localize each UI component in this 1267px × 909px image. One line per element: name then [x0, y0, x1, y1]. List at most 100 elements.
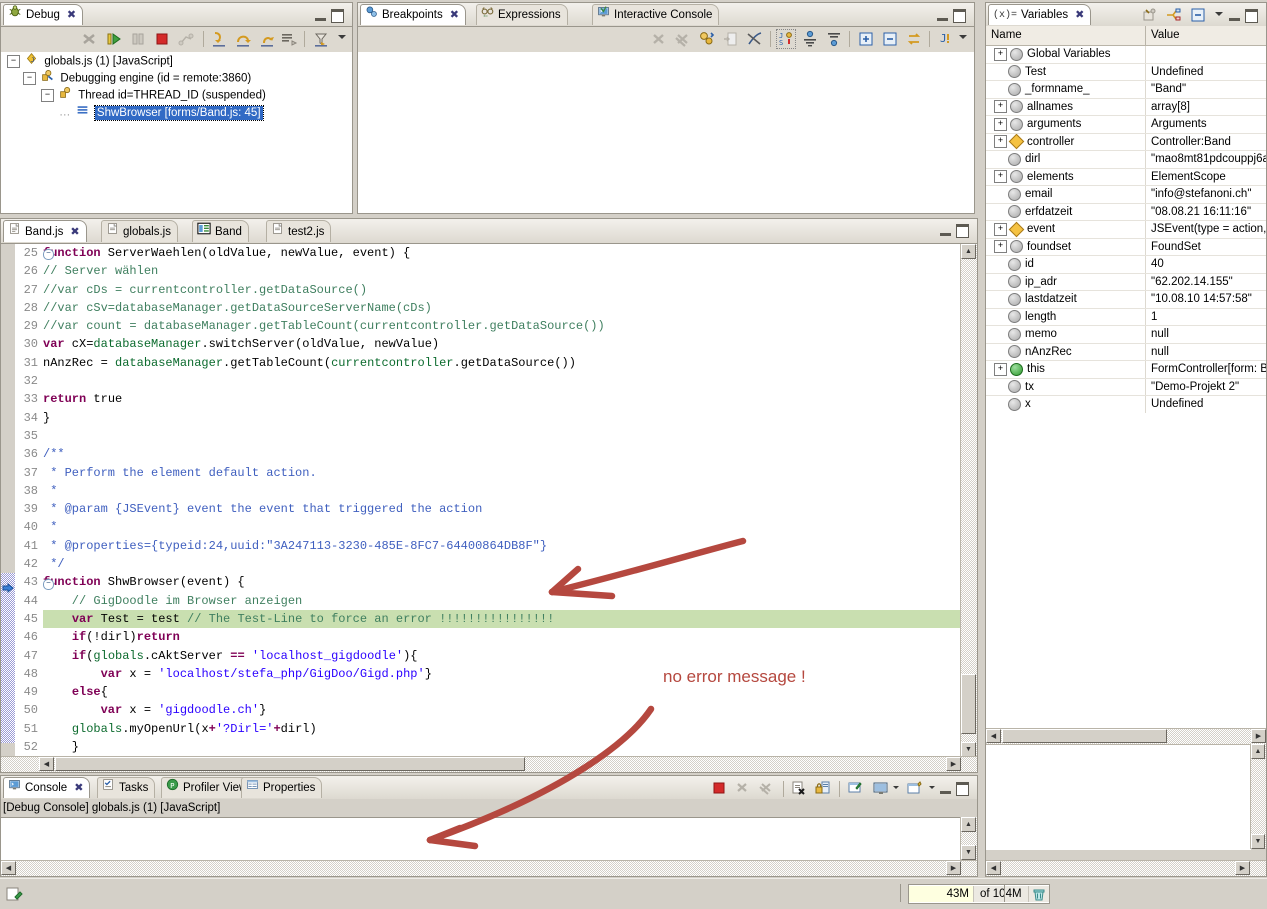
use-step-filters-button[interactable] [312, 30, 330, 48]
editor-line[interactable]: //var cDs = currentcontroller.getDataSou… [43, 281, 977, 299]
close-icon[interactable]: ✖ [1075, 5, 1084, 26]
step-over-button[interactable] [234, 30, 252, 48]
minimize-icon[interactable] [1229, 9, 1240, 21]
minimize-icon[interactable] [940, 782, 951, 794]
display-selected-console-button[interactable] [873, 780, 891, 798]
editor-line[interactable]: /** [43, 445, 977, 463]
column-header-name[interactable]: Name [986, 26, 1146, 45]
console-output[interactable] [1, 817, 961, 860]
scroll-left-button[interactable]: ◀ [39, 757, 54, 771]
scroll-right-button[interactable]: ▶ [946, 757, 961, 771]
variables-row[interactable]: + event JSEvent(type = action, [986, 221, 1266, 239]
editor-line[interactable]: * Perform the element default action. [43, 464, 977, 482]
editor-line[interactable]: function ServerWaehlen(oldValue, newValu… [43, 244, 977, 262]
editor-vscrollbar[interactable]: ▲ ▼ [960, 244, 977, 757]
debug-tree[interactable]: − J globals.js (1) [JavaScript] − Debugg… [1, 52, 352, 213]
variables-table-body[interactable]: + Global Variables Test Undefined _formname_… [986, 46, 1266, 413]
variables-row[interactable]: Test Undefined [986, 63, 1266, 81]
variables-row[interactable]: nAnzRec null [986, 343, 1266, 361]
drop-to-frame-button[interactable] [280, 30, 298, 48]
scroll-right-button[interactable]: ▶ [946, 861, 961, 875]
hscroll-thumb[interactable] [55, 757, 525, 771]
maximize-icon[interactable] [331, 9, 344, 23]
variables-row[interactable]: + foundset FoundSet [986, 238, 1266, 256]
editor-line[interactable]: //var cSv=databaseManager.getDataSourceS… [43, 299, 977, 317]
terminate-button[interactable] [711, 780, 729, 798]
close-icon[interactable]: ✖ [74, 778, 83, 799]
fold-marker-icon[interactable]: − [43, 248, 54, 260]
expander-icon[interactable]: + [994, 117, 1007, 131]
terminate-button[interactable] [153, 30, 171, 48]
variables-row[interactable]: _formname_ "Band" [986, 81, 1266, 99]
expander-icon[interactable]: + [994, 362, 1007, 376]
variables-row[interactable]: dirl "mao8mt81pdcouppj6a [986, 151, 1266, 169]
variables-row[interactable]: length 1 [986, 308, 1266, 326]
variables-row[interactable]: + elements ElementScope [986, 168, 1266, 186]
console-vscrollbar[interactable]: ▲ ▼ [960, 817, 977, 860]
remove-all-breakpoints-button[interactable] [674, 30, 692, 48]
variables-row[interactable]: ip_adr "62.202.14.155" [986, 273, 1266, 291]
suspend-button[interactable] [129, 30, 147, 48]
variables-row[interactable]: lastdatzeit "10.08.10 14:57:58" [986, 291, 1266, 309]
editor-code-text[interactable]: function ServerWaehlen(oldValue, newValu… [43, 244, 977, 772]
disconnect-button[interactable] [81, 30, 99, 48]
expander-icon[interactable]: + [994, 222, 1007, 236]
variables-row[interactable]: + allnames array[8] [986, 98, 1266, 116]
trash-icon[interactable] [1027, 886, 1049, 902]
tab-test2-js[interactable]: test2.js [266, 220, 332, 242]
link-with-debug-view-button[interactable] [698, 30, 716, 48]
expander-icon[interactable]: + [994, 135, 1007, 149]
tab-breakpoints[interactable]: Breakpoints ✖ [360, 4, 466, 25]
tab-variables[interactable]: (x)= Variables ✖ [988, 4, 1092, 26]
editor-line[interactable]: nAnzRec = databaseManager.getTableCount(… [43, 354, 977, 372]
expander-icon[interactable]: + [994, 100, 1007, 114]
skip-all-breakpoints-button[interactable] [746, 30, 764, 48]
variables-row[interactable]: + arguments Arguments [986, 116, 1266, 134]
editor-line[interactable]: function ShwBrowser(event) { [43, 573, 977, 591]
scroll-up-button[interactable]: ▲ [961, 244, 976, 259]
collapse-filter-button[interactable] [825, 30, 843, 48]
editor-line[interactable]: // GigDoodle im Browser anzeigen [43, 592, 977, 610]
maximize-icon[interactable] [956, 782, 969, 796]
tab-debug[interactable]: Debug ✖ [3, 4, 84, 26]
variables-row[interactable]: + this FormController[form: B [986, 361, 1266, 379]
close-icon[interactable]: ✖ [450, 5, 459, 26]
variables-row[interactable]: memo null [986, 326, 1266, 344]
tab-band-js[interactable]: Band.js ✖ [3, 220, 87, 242]
tab-band-form[interactable]: Band [192, 220, 249, 242]
maximize-icon[interactable] [1245, 9, 1258, 23]
resume-button[interactable] [105, 30, 123, 48]
editor-line[interactable]: var x = 'localhost/stefa_php/GigDoo/Gigd… [43, 665, 977, 683]
editor-line[interactable]: // Server wählen [43, 262, 977, 280]
show-type-names-button[interactable] [1141, 6, 1159, 24]
tab-globals-js[interactable]: globals.js [101, 220, 178, 242]
minimize-icon[interactable] [315, 9, 326, 21]
close-icon[interactable]: ✖ [70, 221, 79, 243]
close-icon[interactable]: ✖ [67, 5, 76, 26]
variables-row[interactable]: x Undefined [986, 396, 1266, 413]
collapse-all-button[interactable] [881, 30, 899, 48]
sort-by-name-button[interactable]: JS [776, 29, 796, 49]
editor-line[interactable]: * [43, 482, 977, 500]
scroll-down-button[interactable]: ▼ [1251, 834, 1265, 849]
view-menu-button[interactable] [956, 30, 974, 48]
scroll-right-button[interactable]: ▶ [1235, 861, 1250, 875]
editor-line[interactable]: globals.myOpenUrl(x+'?Dirl='+dirl) [43, 720, 977, 738]
variables-hscrollbar[interactable]: ◀ ▶ [986, 728, 1266, 744]
minimize-icon[interactable] [937, 9, 948, 21]
fold-marker-icon[interactable]: − [43, 578, 54, 590]
variables-row[interactable]: + Global Variables [986, 46, 1266, 64]
editor-line[interactable]: * @param {JSEvent} event the event that … [43, 500, 977, 518]
scroll-up-button[interactable]: ▲ [1251, 744, 1265, 759]
variables-row[interactable]: id 40 [986, 256, 1266, 274]
hscroll-thumb[interactable] [1002, 729, 1167, 743]
disconnect-all-button[interactable] [177, 30, 195, 48]
expand-all-button[interactable] [857, 30, 875, 48]
variables-row[interactable]: + controller Controller:Band [986, 133, 1266, 151]
remove-breakpoint-button[interactable] [650, 30, 668, 48]
show-logical-structure-button[interactable] [1165, 6, 1183, 24]
editor-line[interactable]: var x = 'gigdoodle.ch'} [43, 701, 977, 719]
scroll-left-button[interactable]: ◀ [1, 861, 16, 875]
editor-line[interactable]: if(!dirl)return [43, 628, 977, 646]
editor-line[interactable]: * @properties={typeid:24,uuid:"3A247113-… [43, 537, 977, 555]
